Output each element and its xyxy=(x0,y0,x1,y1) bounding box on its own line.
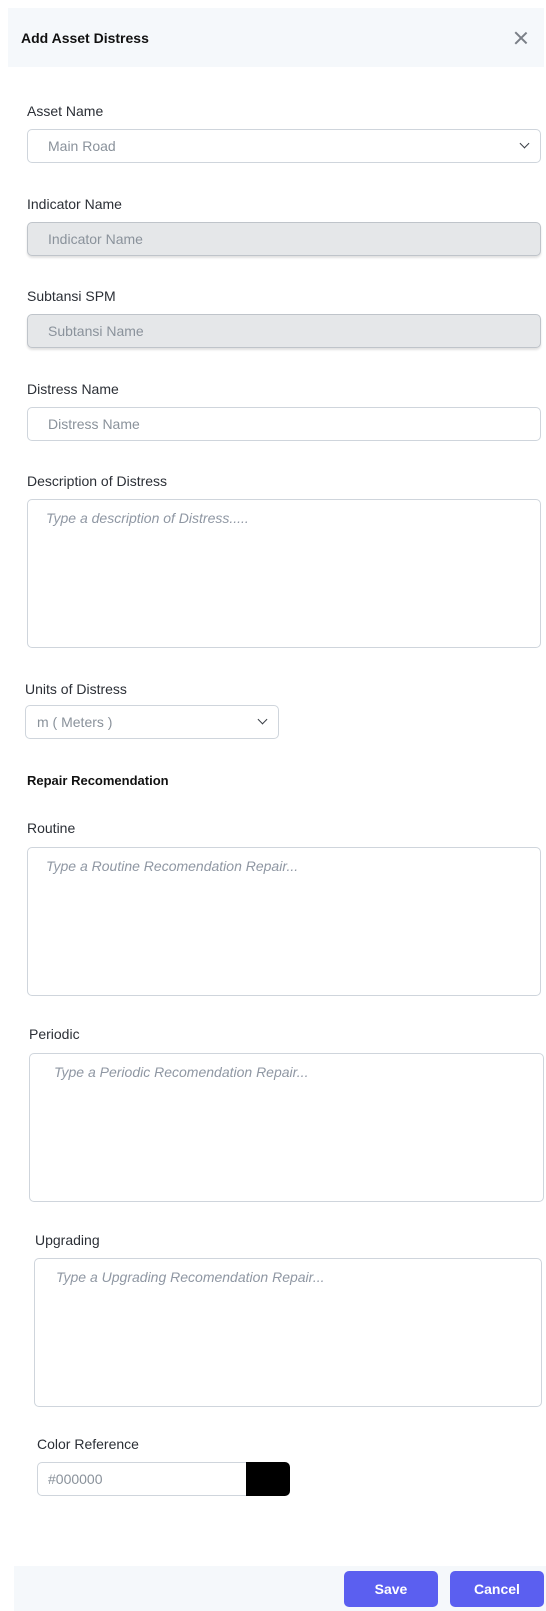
periodic-placeholder: Type a Periodic Recomendation Repair... xyxy=(54,1064,309,1080)
distress-name-placeholder: Distress Name xyxy=(48,416,140,432)
asset-name-select[interactable]: Main Road xyxy=(27,129,541,163)
color-hex-value: #000000 xyxy=(48,1471,103,1487)
save-button[interactable]: Save xyxy=(344,1571,438,1607)
distress-name-label: Distress Name xyxy=(27,381,119,397)
routine-textarea[interactable]: Type a Routine Recomendation Repair... xyxy=(27,847,541,996)
periodic-label: Periodic xyxy=(29,1026,80,1042)
description-label: Description of Distress xyxy=(27,473,168,489)
periodic-textarea[interactable]: Type a Periodic Recomendation Repair... xyxy=(29,1053,544,1202)
modal-title: Add Asset Distress xyxy=(21,29,149,46)
description-textarea[interactable]: Type a description of Distress..... xyxy=(27,499,541,648)
upgrading-placeholder: Type a Upgrading Recomendation Repair... xyxy=(56,1269,325,1285)
description-placeholder: Type a description of Distress..... xyxy=(46,510,249,526)
routine-label: Routine xyxy=(27,820,76,836)
indicator-name-placeholder: Indicator Name xyxy=(48,231,143,247)
upgrading-textarea[interactable]: Type a Upgrading Recomendation Repair... xyxy=(34,1258,542,1407)
chevron-down-icon xyxy=(257,714,268,725)
close-icon[interactable] xyxy=(514,31,528,45)
color-swatch[interactable] xyxy=(246,1462,290,1496)
units-label: Units of Distress xyxy=(25,681,127,697)
asset-name-value: Main Road xyxy=(48,138,116,154)
upgrading-label: Upgrading xyxy=(35,1232,100,1248)
modal-header: Add Asset Distress xyxy=(8,8,544,67)
units-select[interactable]: m ( Meters ) xyxy=(25,705,279,739)
repair-section-title: Repair Recomendation xyxy=(27,773,169,788)
asset-name-label: Asset Name xyxy=(27,103,104,119)
chevron-down-icon xyxy=(519,138,530,149)
subtansi-name-placeholder: Subtansi Name xyxy=(48,323,144,339)
units-value: m ( Meters ) xyxy=(37,714,113,730)
indicator-name-field: Indicator Name xyxy=(27,222,541,256)
subtansi-name-field: Subtansi Name xyxy=(27,314,541,348)
subtansi-spm-label: Subtansi SPM xyxy=(27,288,116,304)
color-reference-label: Color Reference xyxy=(37,1436,139,1452)
indicator-name-label: Indicator Name xyxy=(27,196,122,212)
distress-name-input[interactable]: Distress Name xyxy=(27,407,541,441)
routine-placeholder: Type a Routine Recomendation Repair... xyxy=(46,858,299,874)
color-hex-input[interactable]: #000000 xyxy=(37,1462,248,1496)
cancel-button[interactable]: Cancel xyxy=(450,1571,544,1607)
